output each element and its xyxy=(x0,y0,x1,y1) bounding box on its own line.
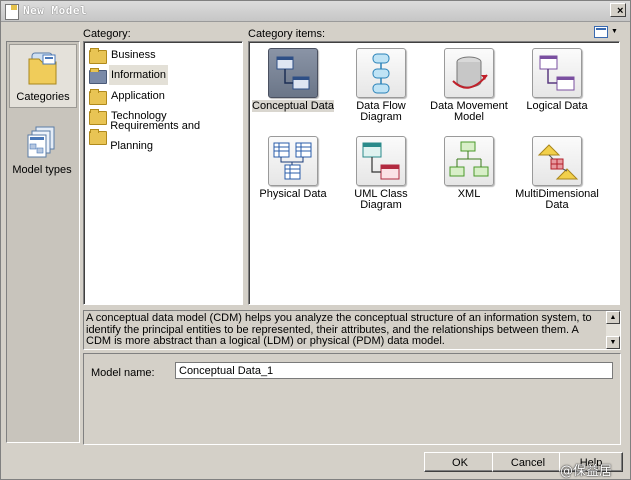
multidimensional-data-icon xyxy=(532,136,582,186)
category-items-pane[interactable]: Conceptual Data Data Flow Diagram Data M… xyxy=(248,41,620,305)
item-label: XML xyxy=(457,188,481,200)
category-item-requirements[interactable]: Requirements and Planning xyxy=(88,120,242,152)
item-uml-class-diagram[interactable]: UML Class Diagram xyxy=(337,136,425,211)
uml-class-icon xyxy=(356,136,406,186)
new-model-dialog: New Model × Categories Model types Categ… xyxy=(0,0,631,480)
data-movement-icon xyxy=(444,48,494,98)
data-flow-icon xyxy=(356,48,406,98)
categories-label: Categories xyxy=(16,91,70,103)
model-name-label: Model name: xyxy=(91,367,155,379)
close-button[interactable]: × xyxy=(610,3,626,17)
conceptual-data-icon xyxy=(268,48,318,98)
item-logical-data[interactable]: Logical Data xyxy=(513,48,601,112)
cancel-button[interactable]: Cancel xyxy=(492,452,564,472)
item-label: Conceptual Data xyxy=(252,100,334,112)
window-title: New Model xyxy=(23,4,88,17)
category-item-application[interactable]: Application xyxy=(88,86,167,106)
category-header: Category: xyxy=(83,28,131,40)
physical-data-icon xyxy=(268,136,318,186)
item-label: MultiDimensional Data xyxy=(515,188,599,211)
item-data-flow-diagram[interactable]: Data Flow Diagram xyxy=(337,48,425,123)
item-conceptual-data[interactable]: Conceptual Data xyxy=(249,48,337,112)
folder-icon xyxy=(88,108,107,125)
open-folder-icon xyxy=(88,67,107,84)
chevron-down-icon: ▼ xyxy=(611,28,618,35)
item-label: Data Flow Diagram xyxy=(356,100,406,123)
title-bar[interactable]: New Model × xyxy=(1,1,630,22)
scroll-down-icon[interactable]: ▼ xyxy=(606,336,620,349)
category-item-business[interactable]: Business xyxy=(88,45,158,65)
folder-icon xyxy=(88,88,107,105)
xml-icon xyxy=(444,136,494,186)
category-list[interactable]: Business Information Application Technol… xyxy=(83,41,243,305)
watermark: @保益居 xyxy=(560,464,613,479)
description-box: A conceptual data model (CDM) helps you … xyxy=(83,310,621,350)
model-name-input[interactable] xyxy=(175,362,613,379)
item-label: Physical Data xyxy=(259,188,327,200)
model-types-mode-button[interactable]: Model types xyxy=(9,118,75,180)
item-label: Data Movement Model xyxy=(430,100,508,123)
model-types-icon xyxy=(22,122,62,162)
logical-data-icon xyxy=(532,48,582,98)
category-item-information[interactable]: Information xyxy=(88,65,169,85)
ok-button[interactable]: OK xyxy=(424,452,496,472)
folder-icon xyxy=(88,47,107,64)
folder-icon xyxy=(88,128,108,145)
item-data-movement-model[interactable]: Data Movement Model xyxy=(425,48,513,123)
item-physical-data[interactable]: Physical Data xyxy=(249,136,337,200)
description-text: A conceptual data model (CDM) helps you … xyxy=(86,312,592,347)
model-type-pane: Categories Model types xyxy=(6,41,80,443)
item-xml[interactable]: XML xyxy=(425,136,513,200)
categories-icon xyxy=(23,49,63,89)
view-mode-button[interactable]: ▼ xyxy=(592,25,618,39)
scroll-up-icon[interactable]: ▲ xyxy=(606,311,620,324)
categories-mode-button[interactable]: Categories xyxy=(9,44,77,108)
item-multidimensional-data[interactable]: MultiDimensional Data xyxy=(513,136,601,211)
description-scrollbar[interactable]: ▲ ▼ xyxy=(606,311,620,349)
item-label: UML Class Diagram xyxy=(354,188,408,211)
document-icon xyxy=(5,4,19,20)
model-types-label: Model types xyxy=(12,164,72,176)
category-items-header: Category items: xyxy=(248,28,326,40)
list-view-icon xyxy=(594,26,608,38)
item-label: Logical Data xyxy=(526,100,588,112)
